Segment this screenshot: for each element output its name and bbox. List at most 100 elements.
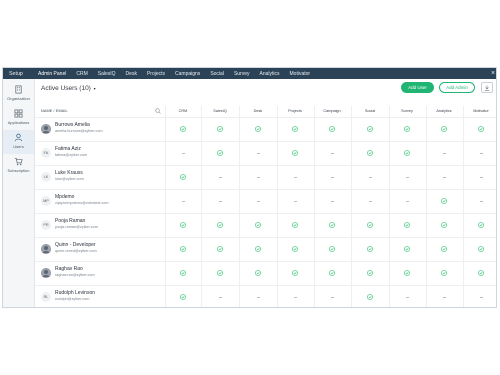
nav-campaigns[interactable]: Campaigns	[170, 68, 205, 79]
user-name[interactable]: Luke Krauss	[55, 170, 83, 176]
no-access-dash[interactable]	[366, 197, 374, 205]
nav-projects[interactable]: Projects	[142, 68, 170, 79]
access-check-icon[interactable]	[366, 149, 374, 157]
no-access-dash[interactable]	[440, 293, 448, 301]
access-check-icon[interactable]	[328, 125, 336, 133]
no-access-dash[interactable]	[291, 293, 299, 301]
no-access-dash[interactable]	[254, 173, 262, 181]
no-access-dash[interactable]	[403, 173, 411, 181]
table-row[interactable]: LK Luke Krauss luke@zylker.com	[35, 165, 496, 189]
access-check-icon[interactable]	[403, 269, 411, 277]
no-access-dash[interactable]	[254, 149, 262, 157]
user-name[interactable]: Rudolph Levinson	[55, 290, 95, 296]
access-check-icon[interactable]	[403, 149, 411, 157]
access-check-icon[interactable]	[366, 221, 374, 229]
access-check-icon[interactable]	[328, 221, 336, 229]
access-check-icon[interactable]	[477, 221, 485, 229]
active-users-dropdown[interactable]: Active Users (10) ▾	[41, 85, 96, 92]
nav-analytics[interactable]: Analytics	[255, 68, 285, 79]
user-name[interactable]: Raghav Rao	[55, 266, 83, 272]
table-row[interactable]: Burrows Amelia amelia.burrows@zylker.com	[35, 117, 496, 141]
nav-desk[interactable]: Desk	[121, 68, 142, 79]
no-access-dash[interactable]	[291, 197, 299, 205]
access-check-icon[interactable]	[254, 269, 262, 277]
nav-crm[interactable]: CRM	[71, 68, 92, 79]
user-name[interactable]: Pooja Raman	[55, 218, 85, 224]
access-check-icon[interactable]	[477, 269, 485, 277]
access-check-icon[interactable]	[291, 221, 299, 229]
no-access-dash[interactable]	[328, 149, 336, 157]
access-check-icon[interactable]	[366, 293, 374, 301]
no-access-dash[interactable]	[403, 197, 411, 205]
access-check-icon[interactable]	[403, 221, 411, 229]
access-check-icon[interactable]	[403, 125, 411, 133]
search-icon[interactable]	[155, 108, 161, 114]
access-check-icon[interactable]	[440, 269, 448, 277]
access-check-icon[interactable]	[216, 125, 224, 133]
access-check-icon[interactable]	[403, 245, 411, 253]
no-access-dash[interactable]	[440, 149, 448, 157]
access-check-icon[interactable]	[328, 269, 336, 277]
add-admin-button[interactable]: Add Admin	[439, 82, 475, 93]
sidebar-item-users[interactable]: Users	[3, 130, 34, 154]
user-name[interactable]: Quinn - Developer	[55, 242, 96, 248]
user-name[interactable]: Mpdemo	[55, 194, 74, 200]
nav-admin-panel[interactable]: Admin Panel	[33, 68, 71, 79]
access-check-icon[interactable]	[328, 245, 336, 253]
nav-survey[interactable]: Survey	[229, 68, 255, 79]
nav-salesiq[interactable]: SalesIQ	[93, 68, 121, 79]
access-check-icon[interactable]	[216, 221, 224, 229]
access-check-icon[interactable]	[179, 245, 187, 253]
no-access-dash[interactable]	[328, 197, 336, 205]
no-access-dash[interactable]	[440, 173, 448, 181]
access-check-icon[interactable]	[366, 125, 374, 133]
no-access-dash[interactable]	[216, 173, 224, 181]
access-check-icon[interactable]	[254, 245, 262, 253]
access-check-icon[interactable]	[291, 125, 299, 133]
sidebar-item-subscription[interactable]: Subscription	[3, 154, 34, 178]
access-check-icon[interactable]	[440, 125, 448, 133]
table-row[interactable]: FA Fatima Aziz fatima@zylker.com	[35, 141, 496, 165]
no-access-dash[interactable]	[328, 293, 336, 301]
table-row[interactable]: Quinn - Developer quinn.creed@zylker.com	[35, 237, 496, 261]
table-row[interactable]: PR Pooja Raman pooja.raman@zylker.com	[35, 213, 496, 237]
sidebar-item-organization[interactable]: Organization	[3, 82, 34, 106]
access-check-icon[interactable]	[216, 149, 224, 157]
no-access-dash[interactable]	[477, 173, 485, 181]
close-icon[interactable]: ×	[488, 68, 496, 79]
no-access-dash[interactable]	[216, 197, 224, 205]
access-check-icon[interactable]	[440, 197, 448, 205]
table-row[interactable]: MP Mpdemo vijay.krimpdemo@zohotest.com	[35, 189, 496, 213]
no-access-dash[interactable]	[179, 149, 187, 157]
no-access-dash[interactable]	[403, 293, 411, 301]
sidebar-item-applications[interactable]: Applications	[3, 106, 34, 130]
no-access-dash[interactable]	[254, 197, 262, 205]
access-check-icon[interactable]	[291, 269, 299, 277]
access-check-icon[interactable]	[291, 149, 299, 157]
access-check-icon[interactable]	[366, 245, 374, 253]
access-check-icon[interactable]	[179, 173, 187, 181]
nav-motivator[interactable]: Motivator	[285, 68, 316, 79]
access-check-icon[interactable]	[254, 125, 262, 133]
access-check-icon[interactable]	[440, 221, 448, 229]
access-check-icon[interactable]	[179, 125, 187, 133]
table-row[interactable]: Raghav Rao raghav.rao@zylker.com	[35, 261, 496, 285]
add-user-button[interactable]: Add User	[401, 82, 434, 93]
access-check-icon[interactable]	[366, 269, 374, 277]
access-check-icon[interactable]	[216, 245, 224, 253]
access-check-icon[interactable]	[477, 125, 485, 133]
access-check-icon[interactable]	[291, 245, 299, 253]
table-row[interactable]: RL Rudolph Levinson rudolph@zylker.com	[35, 285, 496, 307]
access-check-icon[interactable]	[179, 293, 187, 301]
no-access-dash[interactable]	[291, 173, 299, 181]
export-button[interactable]	[481, 82, 493, 93]
no-access-dash[interactable]	[179, 197, 187, 205]
access-check-icon[interactable]	[179, 269, 187, 277]
access-check-icon[interactable]	[477, 245, 485, 253]
access-check-icon[interactable]	[254, 221, 262, 229]
user-name[interactable]: Burrows Amelia	[55, 122, 90, 128]
no-access-dash[interactable]	[216, 293, 224, 301]
no-access-dash[interactable]	[477, 149, 485, 157]
user-name[interactable]: Fatima Aziz	[55, 146, 81, 152]
no-access-dash[interactable]	[328, 173, 336, 181]
